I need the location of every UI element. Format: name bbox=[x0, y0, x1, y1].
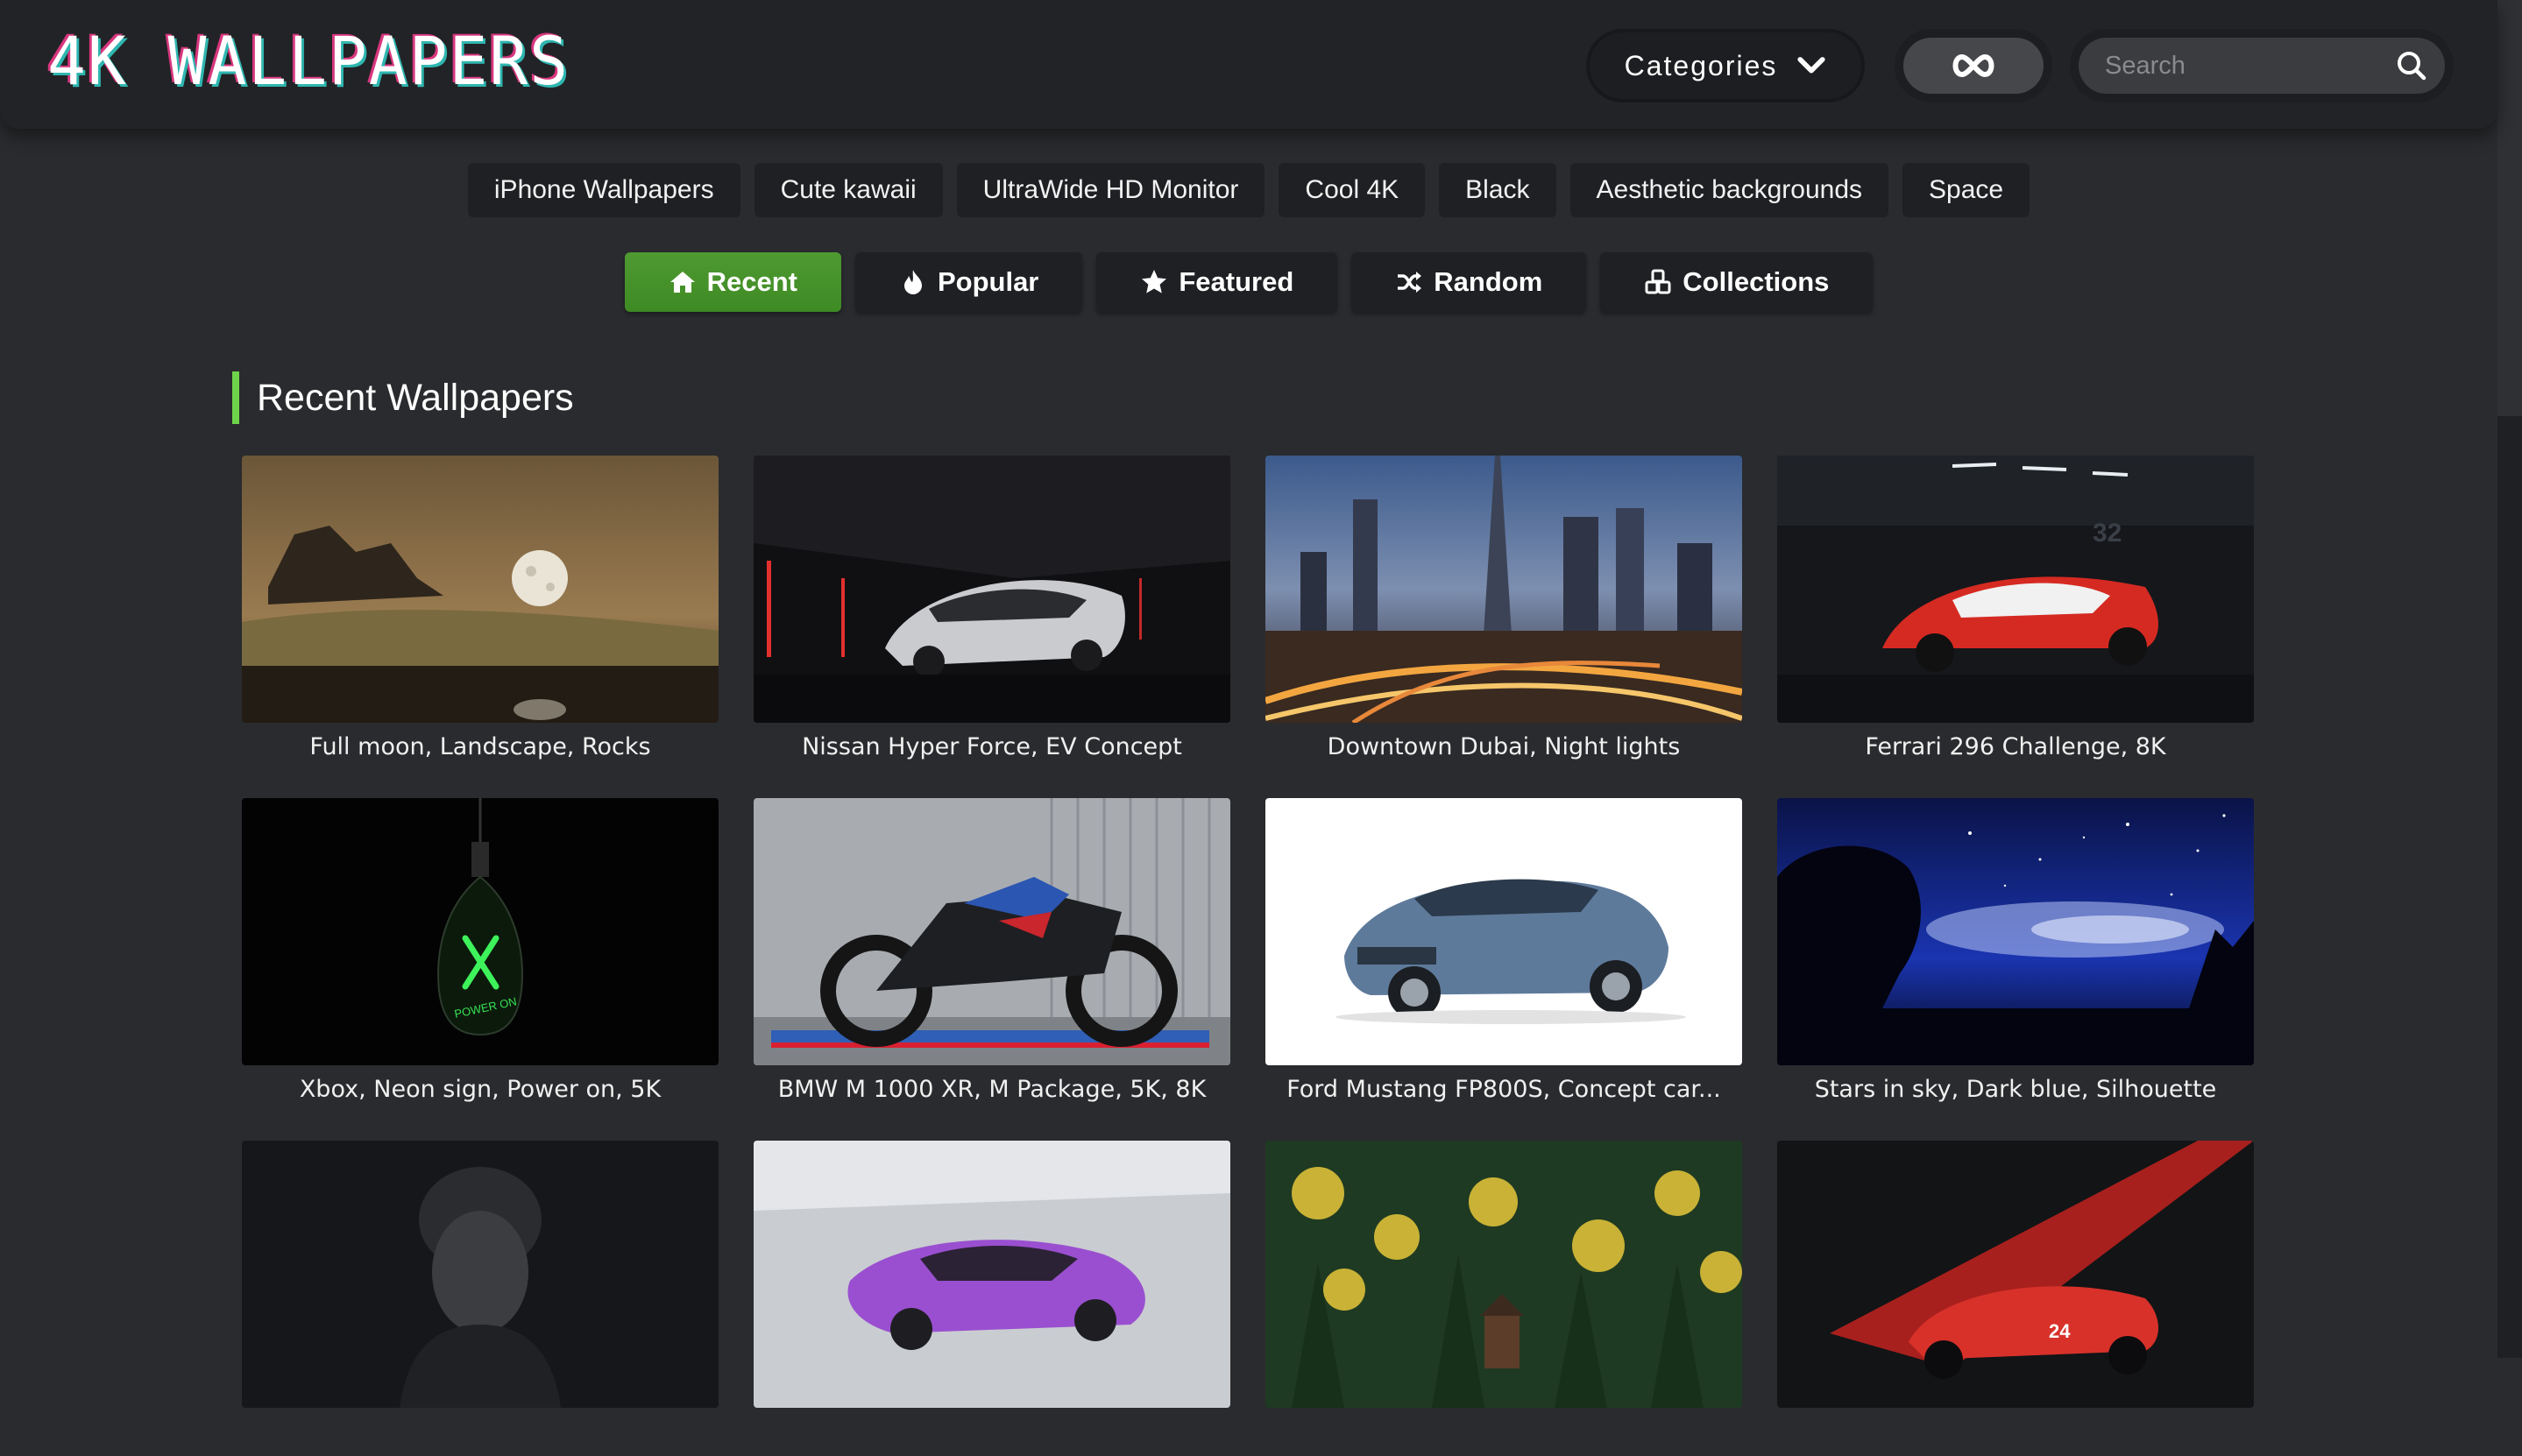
categories-dropdown-button[interactable]: Categories bbox=[1586, 29, 1865, 102]
wallpaper-caption[interactable]: Full moon, Landscape, Rocks bbox=[242, 723, 719, 771]
concept-car-image bbox=[754, 456, 1230, 723]
sort-tabs: Recent Popular Featured Random Collectio… bbox=[0, 252, 2497, 312]
infinite-scroll-toggle[interactable] bbox=[1903, 38, 2044, 94]
site-logo[interactable]: 4K WALLPAPERS bbox=[47, 25, 570, 98]
wallpaper-card[interactable] bbox=[242, 1141, 719, 1456]
tab-featured[interactable]: Featured bbox=[1096, 252, 1338, 312]
wallpaper-caption[interactable] bbox=[1777, 1408, 2254, 1456]
tag-aesthetic-backgrounds[interactable]: Aesthetic backgrounds bbox=[1569, 163, 1889, 217]
wallpaper-card[interactable]: BMW M 1000 XR, M Package, 5K, 8K bbox=[754, 798, 1230, 1113]
wallpaper-thumbnail[interactable] bbox=[754, 1141, 1230, 1408]
wallpaper-thumbnail[interactable] bbox=[1265, 798, 1742, 1065]
tag-ultrawide-hd-monitor[interactable]: UltraWide HD Monitor bbox=[956, 163, 1265, 217]
tag-cool-4k[interactable]: Cool 4K bbox=[1279, 163, 1426, 217]
tag-iphone-wallpapers[interactable]: iPhone Wallpapers bbox=[467, 163, 740, 217]
section-title: Recent Wallpapers bbox=[232, 371, 574, 424]
wallpaper-card[interactable]: Nissan Hyper Force, EV Concept bbox=[754, 456, 1230, 771]
search-box bbox=[2079, 38, 2445, 94]
wallpaper-thumbnail[interactable] bbox=[1265, 456, 1742, 723]
tab-label: Collections bbox=[1683, 266, 1830, 297]
wallpaper-thumbnail[interactable] bbox=[242, 456, 719, 723]
categories-label: Categories bbox=[1624, 49, 1778, 81]
wallpaper-card[interactable] bbox=[1265, 1141, 1742, 1456]
wallpaper-card[interactable] bbox=[754, 1141, 1230, 1456]
shuffle-icon bbox=[1398, 272, 1422, 293]
starry-sky-image bbox=[1777, 798, 2254, 1065]
tag-black[interactable]: Black bbox=[1439, 163, 1556, 217]
wallpaper-card[interactable]: Full moon, Landscape, Rocks bbox=[242, 456, 719, 771]
cubes-icon bbox=[1645, 269, 1671, 294]
motorcycle-image bbox=[754, 798, 1230, 1065]
tab-random[interactable]: Random bbox=[1351, 252, 1587, 312]
scrollbar-thumb[interactable] bbox=[2497, 0, 2522, 416]
wallpaper-card[interactable]: 32 Ferrari 296 Challenge, 8K bbox=[1777, 456, 2254, 771]
infinity-icon bbox=[1952, 53, 1994, 78]
star-icon bbox=[1142, 270, 1167, 293]
search-wrap bbox=[2070, 29, 2454, 102]
wallpaper-thumbnail[interactable] bbox=[242, 1141, 719, 1408]
mustang-image bbox=[1265, 798, 1742, 1065]
wallpaper-thumbnail[interactable]: 32 bbox=[1777, 456, 2254, 723]
wallpaper-grid: Full moon, Landscape, Rocks Nissan Hyper… bbox=[242, 456, 2256, 1456]
wallpaper-thumbnail[interactable] bbox=[754, 456, 1230, 723]
moon-landscape-image bbox=[242, 456, 719, 723]
chevron-down-icon bbox=[1797, 57, 1825, 74]
wallpaper-caption[interactable]: Nissan Hyper Force, EV Concept bbox=[754, 723, 1230, 771]
wallpaper-thumbnail[interactable] bbox=[754, 798, 1230, 1065]
tab-label: Featured bbox=[1179, 266, 1294, 297]
race-car-image: 32 bbox=[1777, 456, 2254, 723]
site-header: 4K WALLPAPERS Categories bbox=[0, 0, 2497, 129]
wallpaper-card[interactable]: POWER ON Xbox, Neon sign, Power on, 5K bbox=[242, 798, 719, 1113]
wallpaper-caption[interactable]: Ferrari 296 Challenge, 8K bbox=[1777, 723, 2254, 771]
search-icon[interactable] bbox=[2394, 48, 2429, 83]
hypercar-red-light-image: 24 bbox=[1777, 1141, 2254, 1408]
purple-supercar-image bbox=[754, 1141, 1230, 1408]
wallpaper-card[interactable]: Ford Mustang FP800S, Concept car... bbox=[1265, 798, 1742, 1113]
wallpaper-thumbnail[interactable] bbox=[1265, 1141, 1742, 1408]
tab-label: Popular bbox=[937, 266, 1039, 297]
car-number: 24 bbox=[2049, 1320, 2071, 1342]
popular-tags: iPhone Wallpapers Cute kawaii UltraWide … bbox=[0, 163, 2497, 217]
wallpaper-card[interactable]: Downtown Dubai, Night lights bbox=[1265, 456, 1742, 771]
city-skyline-image bbox=[1265, 456, 1742, 723]
dark-portrait-image bbox=[242, 1141, 719, 1408]
wallpaper-card[interactable]: Stars in sky, Dark blue, Silhouette bbox=[1777, 798, 2254, 1113]
car-number: 32 bbox=[2093, 519, 2122, 548]
tab-label: Random bbox=[1434, 266, 1543, 297]
home-icon bbox=[669, 272, 695, 293]
tag-cute-kawaii[interactable]: Cute kawaii bbox=[754, 163, 943, 217]
wallpaper-caption[interactable] bbox=[242, 1408, 719, 1456]
forest-cabin-image bbox=[1265, 1141, 1742, 1408]
wallpaper-caption[interactable]: Ford Mustang FP800S, Concept car... bbox=[1265, 1065, 1742, 1113]
wallpaper-thumbnail[interactable]: 24 bbox=[1777, 1141, 2254, 1408]
wallpaper-thumbnail[interactable] bbox=[1777, 798, 2254, 1065]
wallpaper-caption[interactable]: BMW M 1000 XR, M Package, 5K, 8K bbox=[754, 1065, 1230, 1113]
wallpaper-caption[interactable] bbox=[1265, 1408, 1742, 1456]
tab-recent[interactable]: Recent bbox=[624, 252, 841, 312]
xbox-bulb-image: POWER ON bbox=[242, 798, 719, 1065]
tab-collections[interactable]: Collections bbox=[1600, 252, 1874, 312]
tag-space[interactable]: Space bbox=[1902, 163, 2030, 217]
wallpaper-thumbnail[interactable]: POWER ON bbox=[242, 798, 719, 1065]
tab-popular[interactable]: Popular bbox=[854, 252, 1083, 312]
infinite-scroll-toggle-wrap bbox=[1895, 29, 2052, 102]
wallpaper-caption[interactable]: Xbox, Neon sign, Power on, 5K bbox=[242, 1065, 719, 1113]
fire-icon bbox=[903, 270, 922, 294]
wallpaper-caption[interactable]: Stars in sky, Dark blue, Silhouette bbox=[1777, 1065, 2254, 1113]
search-input[interactable] bbox=[2079, 38, 2445, 94]
wallpaper-card[interactable]: 24 bbox=[1777, 1141, 2254, 1456]
wallpaper-caption[interactable]: Downtown Dubai, Night lights bbox=[1265, 723, 1742, 771]
tab-label: Recent bbox=[706, 266, 797, 297]
wallpaper-caption[interactable] bbox=[754, 1408, 1230, 1456]
